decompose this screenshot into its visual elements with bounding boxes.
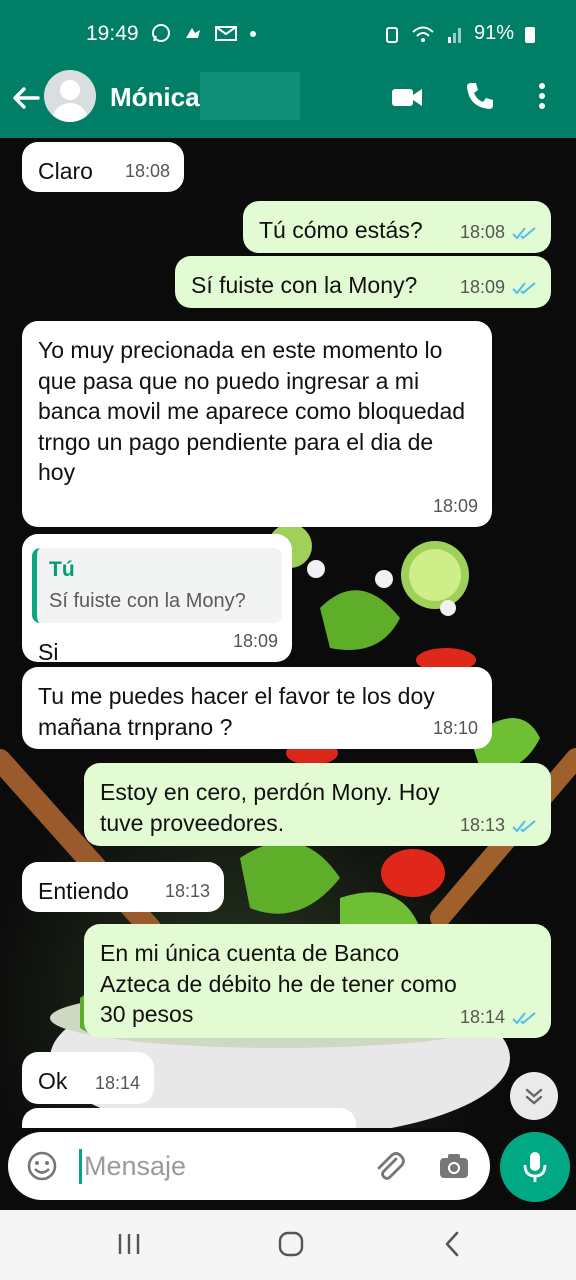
back-icon[interactable] bbox=[440, 1230, 464, 1258]
read-receipt-icon bbox=[512, 227, 536, 240]
message-input[interactable]: Mensaje bbox=[84, 1151, 186, 1182]
home-icon[interactable] bbox=[277, 1230, 305, 1258]
incoming-message[interactable]: Entiendo 18:13 bbox=[22, 862, 224, 912]
quoted-text: Sí fuiste con la Mony? bbox=[49, 589, 246, 612]
message-time: 18:09 bbox=[232, 631, 278, 652]
wifi-icon bbox=[412, 26, 434, 42]
alarm-icon bbox=[385, 26, 398, 43]
read-receipt-icon bbox=[512, 1012, 536, 1025]
message-meta: 18:08 bbox=[460, 221, 537, 245]
attach-icon[interactable] bbox=[372, 1149, 406, 1183]
redacted-name-block bbox=[200, 72, 300, 120]
message-meta: 18:08 bbox=[125, 160, 170, 184]
video-call-icon[interactable] bbox=[390, 80, 424, 114]
incoming-message[interactable]: Tu me puedes hacer el favor te los doy m… bbox=[22, 667, 492, 749]
quoted-author: Tú bbox=[49, 558, 75, 581]
incoming-message[interactable]: Yo muy precionada en este momento lo que… bbox=[22, 321, 492, 527]
outgoing-message[interactable]: Tú cómo estás? 18:08 bbox=[243, 201, 551, 253]
contact-name[interactable]: Mónica bbox=[110, 82, 200, 113]
read-receipt-icon bbox=[512, 820, 536, 833]
text-caret bbox=[79, 1149, 82, 1184]
message-time: 18:08 bbox=[124, 161, 170, 182]
status-system-icons: 91% bbox=[384, 22, 536, 45]
outgoing-message[interactable]: Sí fuiste con la Mony? 18:09 bbox=[175, 256, 551, 308]
app-notification-icon bbox=[186, 28, 200, 38]
message-meta: 18:09 bbox=[460, 276, 537, 300]
message-time: 18:13 bbox=[164, 881, 210, 902]
back-arrow-icon[interactable] bbox=[8, 80, 44, 116]
outgoing-message[interactable]: Estoy en cero, perdón Mony. Hoy tuve pro… bbox=[84, 763, 551, 846]
status-notification-icons bbox=[150, 22, 258, 44]
message-meta: 18:09 bbox=[233, 630, 278, 654]
message-time: 18:09 bbox=[432, 496, 478, 517]
read-receipt-icon bbox=[512, 282, 536, 295]
double-chevron-down-icon bbox=[525, 1088, 543, 1105]
message-time: 18:09 bbox=[459, 277, 505, 298]
message-meta: 18:10 bbox=[433, 717, 478, 741]
scroll-down-button[interactable] bbox=[510, 1072, 558, 1120]
incoming-message[interactable]: Claro 18:08 bbox=[22, 142, 184, 192]
message-time: 18:13 bbox=[459, 815, 505, 836]
message-meta: 18:14 bbox=[460, 1006, 537, 1030]
message-time: 18:14 bbox=[459, 1007, 505, 1028]
message-composer[interactable]: Mensaje bbox=[8, 1132, 490, 1200]
status-time: 19:49 bbox=[86, 22, 139, 45]
message-meta: 18:14 bbox=[95, 1072, 140, 1096]
phone-icon[interactable] bbox=[464, 80, 496, 112]
camera-icon[interactable] bbox=[438, 1151, 470, 1181]
status-bar: 19:49 91% bbox=[0, 0, 576, 66]
message-time: 18:10 bbox=[432, 718, 478, 739]
dot-icon bbox=[250, 31, 256, 37]
message-meta: 18:13 bbox=[165, 880, 210, 904]
message-time: 18:08 bbox=[459, 222, 505, 243]
chat-header: Mónica bbox=[0, 66, 576, 138]
battery-icon bbox=[525, 26, 535, 43]
more-vertical-icon[interactable] bbox=[528, 80, 556, 112]
message-time: 18:14 bbox=[94, 1073, 140, 1094]
avatar[interactable] bbox=[44, 70, 96, 122]
battery-level: 91% bbox=[473, 22, 514, 44]
incoming-message[interactable]: Ok 18:14 bbox=[22, 1052, 154, 1104]
signal-icon bbox=[447, 27, 461, 43]
emoji-icon[interactable] bbox=[26, 1150, 58, 1182]
mic-button[interactable] bbox=[500, 1132, 570, 1202]
system-nav-bar bbox=[0, 1210, 576, 1280]
incoming-message-partial[interactable] bbox=[22, 1108, 356, 1128]
recents-icon[interactable] bbox=[116, 1230, 142, 1258]
chat-area[interactable]: Claro 18:08 Tú cómo estás? 18:08 Sí fuiste c… bbox=[0, 138, 576, 1128]
outgoing-message[interactable]: En mi única cuenta de Banco Azteca de dé… bbox=[84, 924, 551, 1038]
mic-icon bbox=[523, 1152, 547, 1182]
message-meta: 18:09 bbox=[433, 495, 478, 519]
incoming-message[interactable]: Tú Sí fuiste con la Mony? Si 18:09 bbox=[22, 534, 292, 665]
message-text: Tu me puedes hacer el favor te los doy m… bbox=[38, 683, 442, 740]
mail-notification-icon bbox=[215, 26, 237, 41]
quoted-reply[interactable]: Tú Sí fuiste con la Mony? bbox=[32, 548, 282, 623]
whatsapp-notification-icon bbox=[152, 24, 170, 42]
message-text: Yo muy precionada en este momento lo que… bbox=[38, 337, 472, 486]
message-meta: 18:13 bbox=[460, 814, 537, 838]
